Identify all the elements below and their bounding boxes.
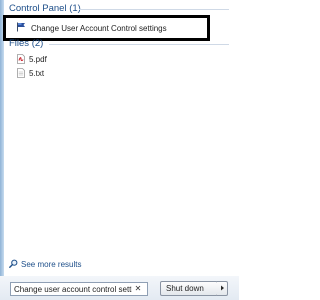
result-item-label: Change User Account Control settings — [31, 23, 167, 33]
group-header-control-panel: Control Panel (1) — [9, 3, 229, 14]
start-search-box: ✕ — [10, 282, 148, 296]
result-item-label: 5.pdf — [29, 54, 47, 64]
shut-down-options-button[interactable] — [217, 281, 228, 296]
result-item-label: 5.txt — [29, 68, 45, 78]
result-item-5-pdf[interactable]: 5.pdf — [17, 53, 47, 65]
shut-down-label: Shut down — [166, 284, 204, 293]
uac-flag-icon — [16, 22, 26, 34]
start-search-input[interactable] — [11, 283, 132, 295]
group-header-files-label: Files (2) — [9, 38, 44, 49]
search-icon — [9, 259, 18, 270]
group-header-files: Files (2) — [9, 38, 229, 49]
group-header-control-panel-label: Control Panel (1) — [9, 3, 81, 14]
see-more-results-label: See more results — [21, 260, 82, 269]
result-item-5-txt[interactable]: 5.txt — [17, 67, 44, 79]
group-header-divider — [49, 44, 229, 45]
start-menu-left-edge — [0, 0, 4, 300]
pdf-file-icon — [17, 54, 25, 64]
chevron-right-icon — [220, 284, 225, 293]
text-file-icon — [17, 68, 25, 78]
result-item-change-uac-settings[interactable]: Change User Account Control settings — [16, 22, 167, 34]
group-header-divider — [79, 9, 229, 10]
close-icon[interactable]: ✕ — [132, 283, 144, 295]
shut-down-button[interactable]: Shut down — [160, 281, 218, 296]
see-more-results-link[interactable]: See more results — [9, 259, 81, 270]
